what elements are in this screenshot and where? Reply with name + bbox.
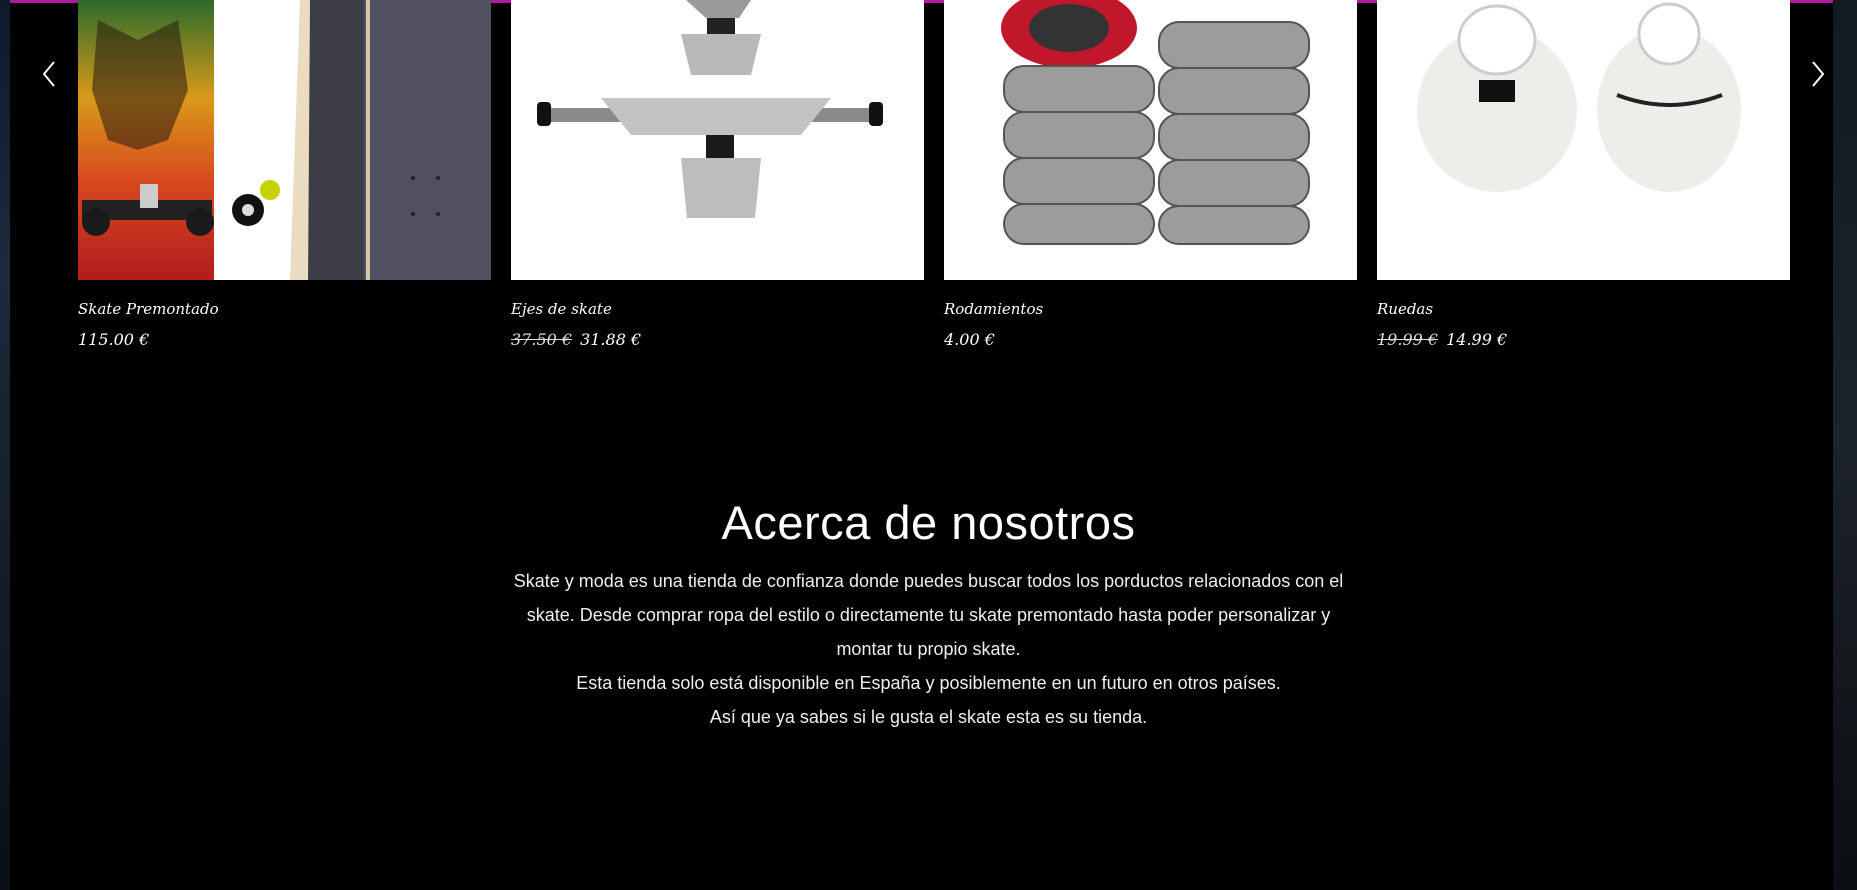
gallery-next-button[interactable] bbox=[1805, 56, 1831, 92]
chevron-right-icon bbox=[1812, 61, 1825, 87]
about-text: Skate y moda es una tienda de confianza … bbox=[514, 564, 1344, 734]
product-name[interactable]: Rodamientos bbox=[944, 300, 1043, 318]
product-price: 115.00 € bbox=[78, 330, 150, 349]
product-image[interactable] bbox=[944, 0, 1357, 280]
skate-trucks-image bbox=[511, 0, 924, 280]
product-old-price: 37.50 € bbox=[511, 330, 573, 349]
product-card-rodamientos[interactable]: Rodamientos 4.00 € bbox=[944, 0, 1357, 349]
product-price-block: 4.00 € bbox=[944, 330, 995, 349]
wheels-image bbox=[1377, 0, 1790, 280]
product-card-ruedas[interactable]: Ruedas 19.99 € 14.99 € bbox=[1377, 0, 1790, 349]
product-price-block: 115.00 € bbox=[78, 330, 149, 349]
product-price: 14.99 € bbox=[1446, 330, 1508, 349]
right-edge-background bbox=[1833, 0, 1857, 890]
product-gallery: Skate Premontado 115.00 € Ejes de skate … bbox=[78, 0, 1791, 370]
bearings-image bbox=[944, 0, 1357, 280]
chevron-left-icon bbox=[42, 61, 55, 87]
left-edge-background bbox=[0, 0, 10, 890]
product-name[interactable]: Ruedas bbox=[1377, 300, 1433, 318]
product-image[interactable] bbox=[1377, 0, 1790, 280]
about-paragraph: Skate y moda es una tienda de confianza … bbox=[513, 571, 1344, 659]
skateboard-image bbox=[78, 0, 491, 280]
product-card-ejes-de-skate[interactable]: Ejes de skate 37.50 € 31.88 € bbox=[511, 0, 924, 349]
product-price: 31.88 € bbox=[580, 330, 642, 349]
product-image[interactable] bbox=[78, 0, 491, 280]
product-image[interactable] bbox=[511, 0, 924, 280]
product-price-block: 19.99 € 14.99 € bbox=[1377, 330, 1507, 349]
about-paragraph: Esta tienda solo está disponible en Espa… bbox=[576, 673, 1281, 693]
product-old-price: 19.99 € bbox=[1377, 330, 1439, 349]
product-name[interactable]: Skate Premontado bbox=[78, 300, 219, 318]
gallery-prev-button[interactable] bbox=[36, 56, 62, 92]
product-name[interactable]: Ejes de skate bbox=[511, 300, 612, 318]
product-card-skate-premontado[interactable]: Skate Premontado 115.00 € bbox=[78, 0, 491, 349]
about-title: Acerca de nosotros bbox=[721, 496, 1136, 549]
about-section: Acerca de nosotros Skate y moda es una t… bbox=[0, 495, 1857, 734]
product-price-block: 37.50 € 31.88 € bbox=[511, 330, 641, 349]
product-price: 4.00 € bbox=[944, 330, 995, 349]
about-paragraph: Así que ya sabes si le gusta el skate es… bbox=[709, 707, 1148, 727]
